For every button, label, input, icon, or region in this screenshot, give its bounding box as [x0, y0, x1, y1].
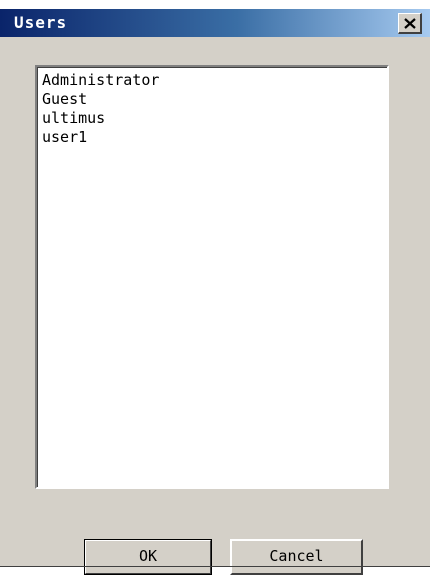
close-button[interactable] [398, 13, 422, 34]
users-dialog: Users Administrator Guest ultimus user1 … [0, 9, 430, 575]
title-bar[interactable]: Users [0, 9, 430, 37]
ok-button[interactable]: OK [84, 539, 212, 575]
users-listbox[interactable]: Administrator Guest ultimus user1 [35, 65, 389, 489]
list-item[interactable]: ultimus [41, 109, 383, 128]
window-title: Users [14, 13, 68, 32]
cancel-button[interactable]: Cancel [230, 539, 363, 575]
close-icon [403, 14, 416, 33]
list-item[interactable]: Administrator [41, 71, 383, 90]
list-item[interactable]: Guest [41, 90, 383, 109]
list-item[interactable]: user1 [41, 128, 383, 147]
